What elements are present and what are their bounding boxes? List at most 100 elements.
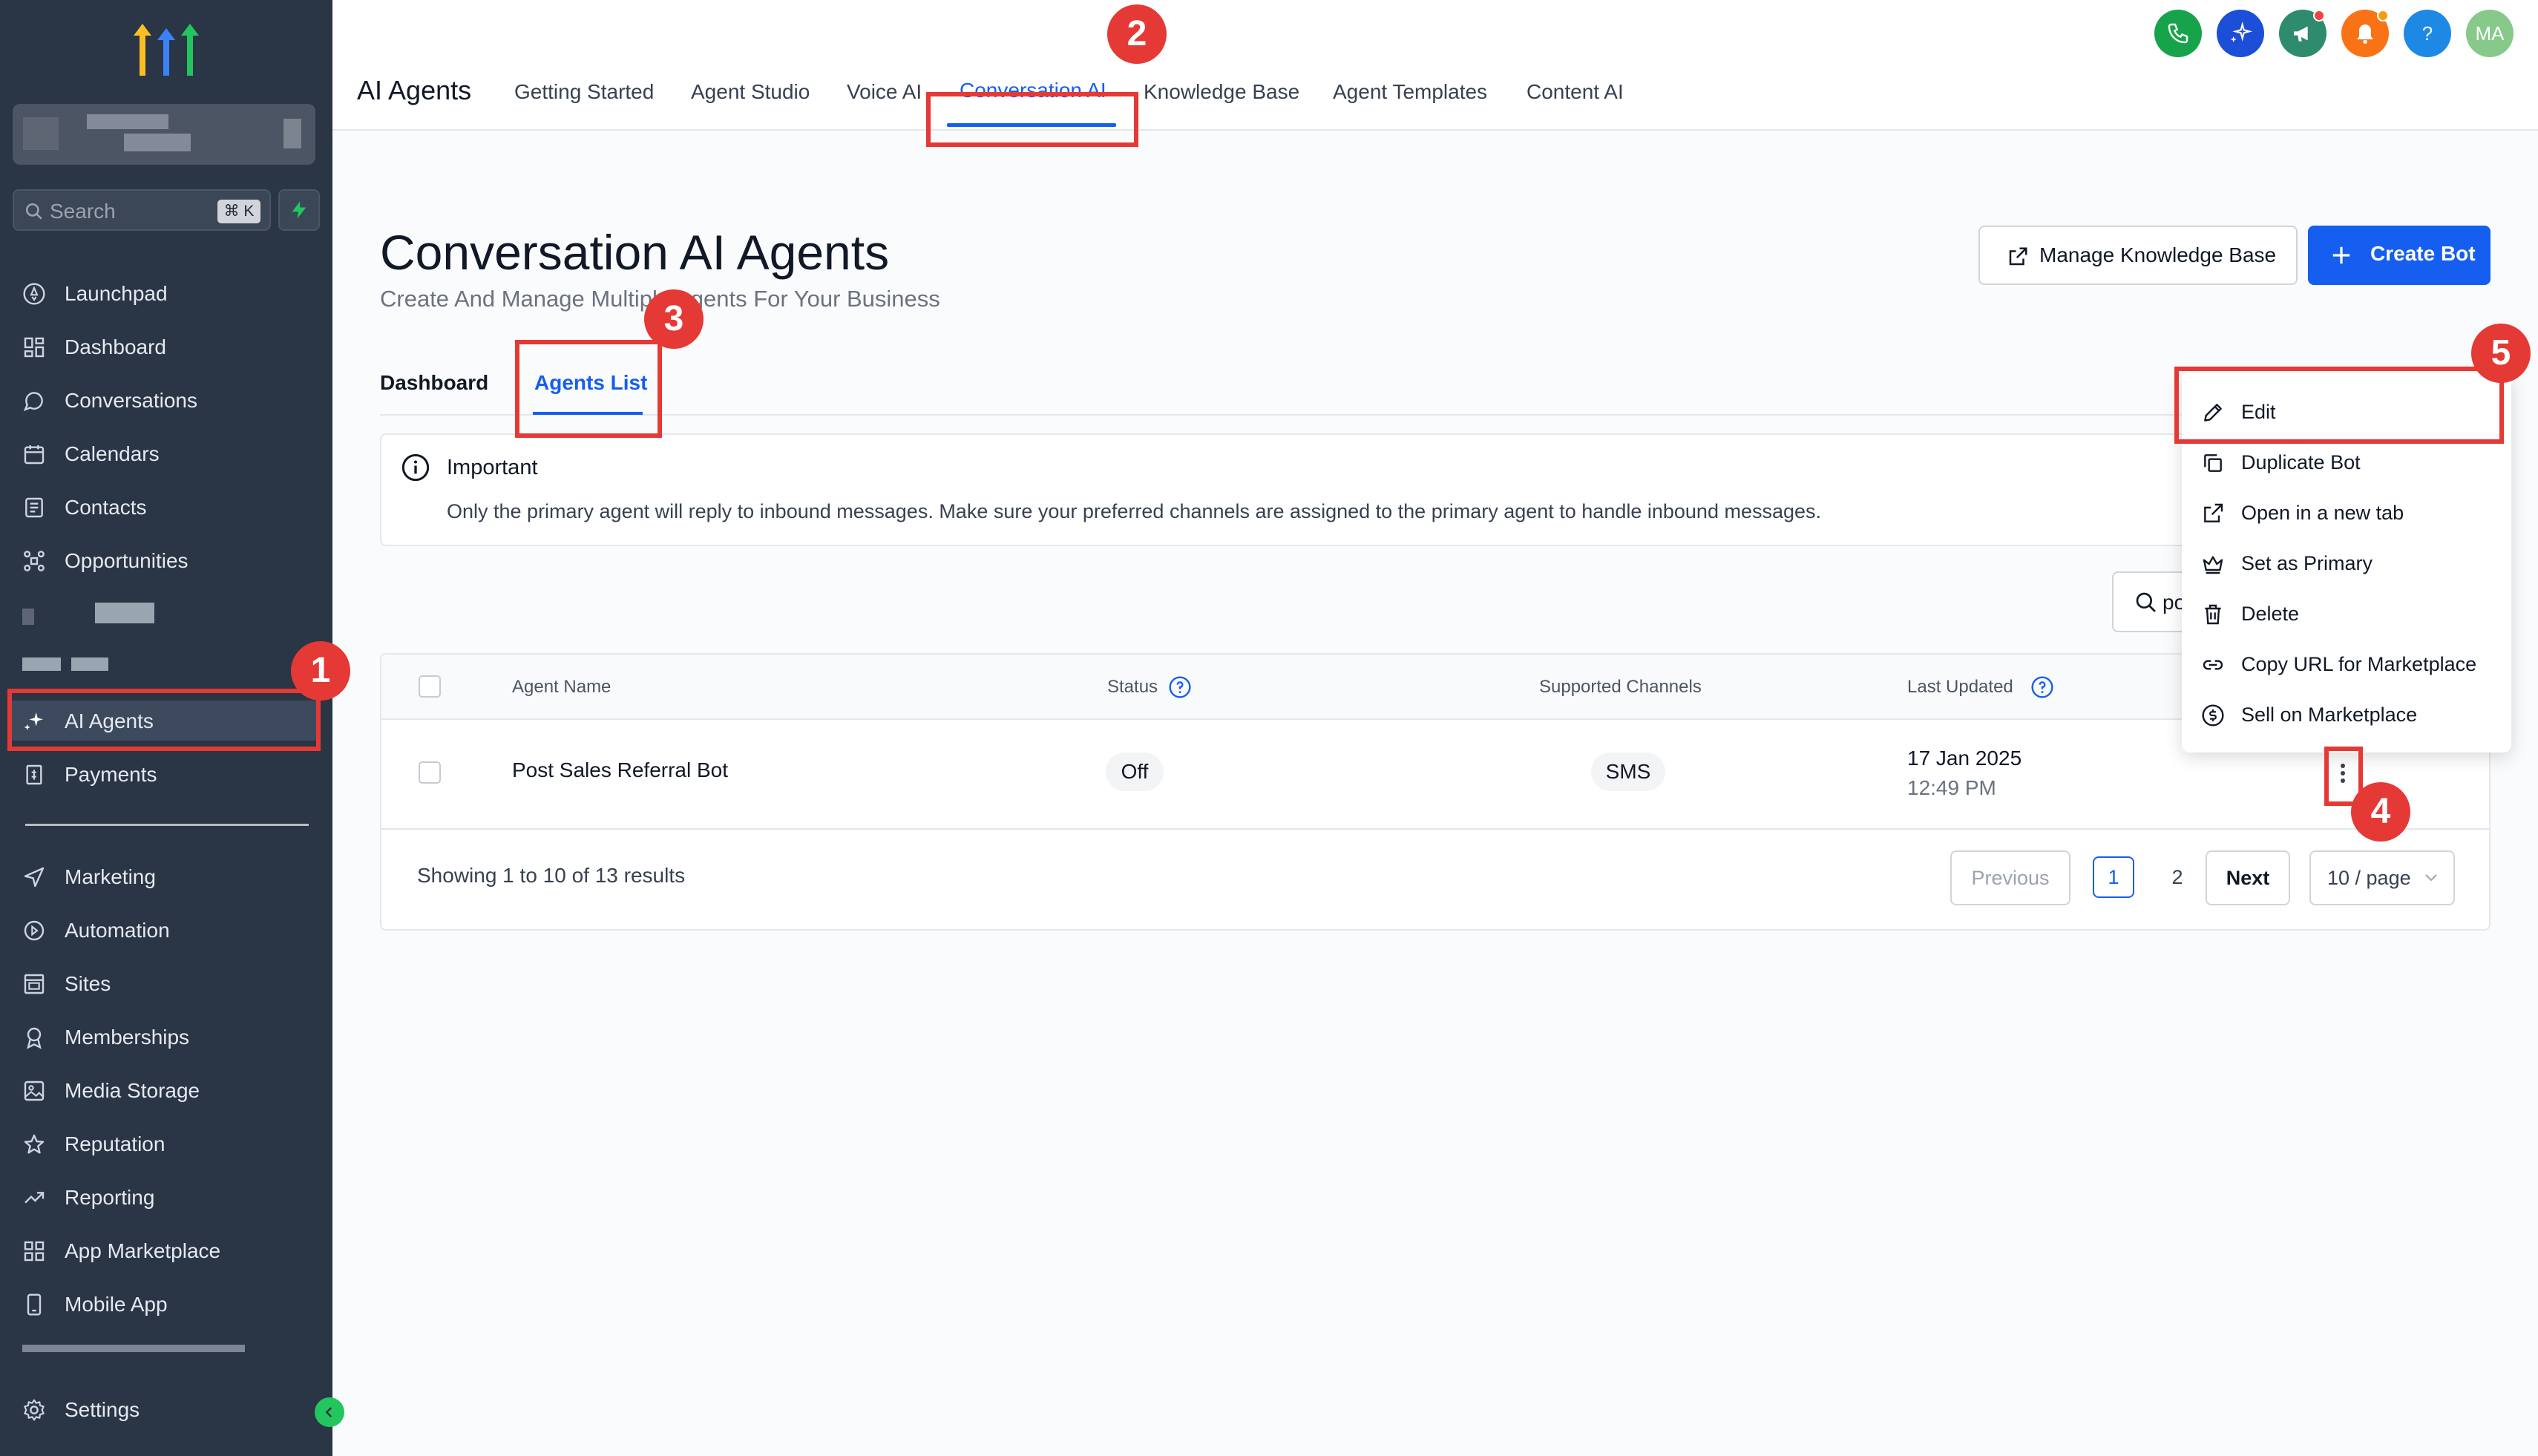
calendar-icon	[24, 445, 45, 465]
trash-icon	[2205, 604, 2221, 625]
sidebar-item-payments[interactable]: Payments	[22, 754, 315, 794]
phone-icon	[2168, 23, 2188, 44]
next-page-button[interactable]: Next	[2206, 850, 2290, 905]
account-switcher[interactable]	[13, 104, 315, 165]
sidebar-item-label: Memberships	[65, 1026, 190, 1049]
sidebar-item-conversations[interactable]: Conversations	[22, 380, 315, 420]
row-checkbox[interactable]	[419, 761, 441, 784]
sidebar-item-sites[interactable]: Sites	[22, 963, 315, 1003]
invoice-icon	[26, 764, 42, 785]
pencil-icon	[2204, 404, 2222, 422]
sidebar-item-label: Reputation	[65, 1132, 165, 1155]
phone-button[interactable]	[2154, 10, 2202, 57]
quick-action-button[interactable]	[278, 189, 320, 231]
sidebar-item-label: Conversations	[65, 389, 197, 412]
announcements-button[interactable]	[2279, 10, 2326, 57]
menu-item-duplicate-bot[interactable]: Duplicate Bot	[2182, 438, 2511, 488]
menu-item-set-primary[interactable]: Set as Primary	[2182, 539, 2511, 589]
sparkles-icon	[24, 712, 43, 730]
menu-item-copy-url[interactable]: Copy URL for Marketplace	[2182, 640, 2511, 690]
column-supported-channels: Supported Channels	[1539, 677, 1702, 697]
collapse-sidebar-button[interactable]	[315, 1397, 344, 1427]
notice-heading: Important	[447, 456, 538, 479]
sites-icon	[24, 974, 45, 994]
page-2-button[interactable]: 2	[2157, 856, 2198, 898]
menu-item-delete[interactable]: Delete	[2182, 589, 2511, 640]
image-icon	[24, 1080, 45, 1101]
tab-knowledge-base[interactable]: Knowledge Base	[1144, 80, 1299, 104]
menu-item-label: Sell on Marketplace	[2241, 704, 2418, 726]
search-icon	[25, 203, 42, 220]
menu-item-open-new-tab[interactable]: Open in a new tab	[2182, 488, 2511, 539]
sidebar-item-reputation[interactable]: Reputation	[22, 1124, 315, 1164]
subtab-agents-list[interactable]: Agents List	[534, 371, 647, 395]
page-1-button[interactable]: 1	[2093, 856, 2134, 898]
search-placeholder: Search	[50, 200, 116, 223]
sidebar-item-mobile-app[interactable]: Mobile App	[22, 1284, 315, 1324]
gear-icon	[24, 1399, 45, 1421]
sidebar-item-app-marketplace[interactable]: App Marketplace	[22, 1230, 315, 1270]
tab-conversation-ai[interactable]: Conversation AI	[960, 79, 1106, 102]
row-actions-button[interactable]	[2334, 751, 2352, 796]
sidebar-item-label: Payments	[65, 763, 157, 786]
create-bot-button[interactable]: Create Bot	[2308, 226, 2491, 285]
tab-getting-started[interactable]: Getting Started	[514, 80, 654, 104]
help-icon: ?	[2421, 22, 2433, 45]
sidebar-item-label: App Marketplace	[65, 1239, 221, 1262]
sidebar-item-label: Launchpad	[65, 282, 168, 305]
page-size-select[interactable]: 10 / page	[2309, 850, 2455, 905]
chevron-left-icon	[325, 1407, 332, 1417]
sidebar-search[interactable]: Search ⌘ K	[13, 189, 271, 231]
sidebar-item-settings[interactable]: Settings	[22, 1389, 315, 1429]
sidebar-item-reporting[interactable]: Reporting	[22, 1177, 315, 1217]
sidebar-item-label: Automation	[65, 919, 170, 942]
column-agent-name: Agent Name	[512, 677, 611, 697]
sidebar-item-automation[interactable]: Automation	[22, 910, 315, 950]
menu-item-label: Delete	[2241, 603, 2300, 625]
menu-item-label: Duplicate Bot	[2241, 451, 2361, 473]
agent-name[interactable]: Post Sales Referral Bot	[512, 758, 728, 782]
sidebar-item-ai-agents[interactable]: AI Agents	[10, 701, 318, 741]
tab-voice-ai[interactable]: Voice AI	[847, 80, 922, 104]
sidebar-item-label: AI Agents	[65, 709, 154, 732]
status-help-icon[interactable]	[1168, 675, 1192, 699]
tab-agent-templates[interactable]: Agent Templates	[1333, 80, 1487, 104]
sidebar-item-opportunities[interactable]: Opportunities	[22, 540, 315, 580]
lightning-icon	[292, 201, 306, 219]
sidebar-item-marketing[interactable]: Marketing	[22, 856, 315, 896]
sidebar-item-contacts[interactable]: Contacts	[22, 487, 315, 527]
manage-knowledge-base-button[interactable]: Manage Knowledge Base	[1978, 226, 2298, 285]
megaphone-icon	[2294, 26, 2308, 42]
sidebar-item-label: Sites	[65, 972, 111, 995]
select-all-checkbox[interactable]	[419, 675, 441, 698]
send-icon	[24, 867, 45, 888]
create-bot-label: Create Bot	[2370, 242, 2476, 265]
subtab-dashboard[interactable]: Dashboard	[380, 371, 488, 395]
user-avatar[interactable]: MA	[2466, 10, 2514, 57]
link-icon	[2203, 660, 2223, 670]
tab-content-ai[interactable]: Content AI	[1527, 80, 1624, 104]
external-link-icon	[2204, 503, 2223, 522]
avatar-initials: MA	[2475, 22, 2505, 45]
row-actions-menu: Edit Duplicate Bot Open in a new tab Set…	[2182, 373, 2511, 752]
search-icon	[2136, 592, 2156, 612]
sidebar-item-launchpad[interactable]: Launchpad	[22, 273, 315, 313]
help-button[interactable]: ?	[2404, 10, 2451, 57]
sidebar-item-calendars[interactable]: Calendars	[22, 433, 315, 473]
sidebar-item-memberships[interactable]: Memberships	[22, 1017, 315, 1057]
notification-dot	[2377, 10, 2389, 22]
ai-assistant-button[interactable]	[2217, 10, 2264, 57]
sidebar-item-media-storage[interactable]: Media Storage	[22, 1070, 315, 1110]
last-updated-help-icon[interactable]	[2030, 675, 2054, 699]
trend-icon	[24, 1192, 45, 1204]
sidebar-item-dashboard[interactable]: Dashboard	[22, 327, 315, 367]
menu-item-sell-marketplace[interactable]: Sell on Marketplace	[2182, 690, 2511, 741]
notifications-button[interactable]	[2341, 10, 2389, 57]
star-icon	[24, 1134, 45, 1154]
funnel-icon	[24, 551, 45, 571]
brand-logo[interactable]	[132, 22, 200, 79]
previous-page-button[interactable]: Previous	[1950, 850, 2070, 905]
redacted-item	[22, 658, 61, 671]
tab-agent-studio[interactable]: Agent Studio	[691, 80, 810, 104]
menu-item-edit[interactable]: Edit	[2182, 387, 2511, 438]
